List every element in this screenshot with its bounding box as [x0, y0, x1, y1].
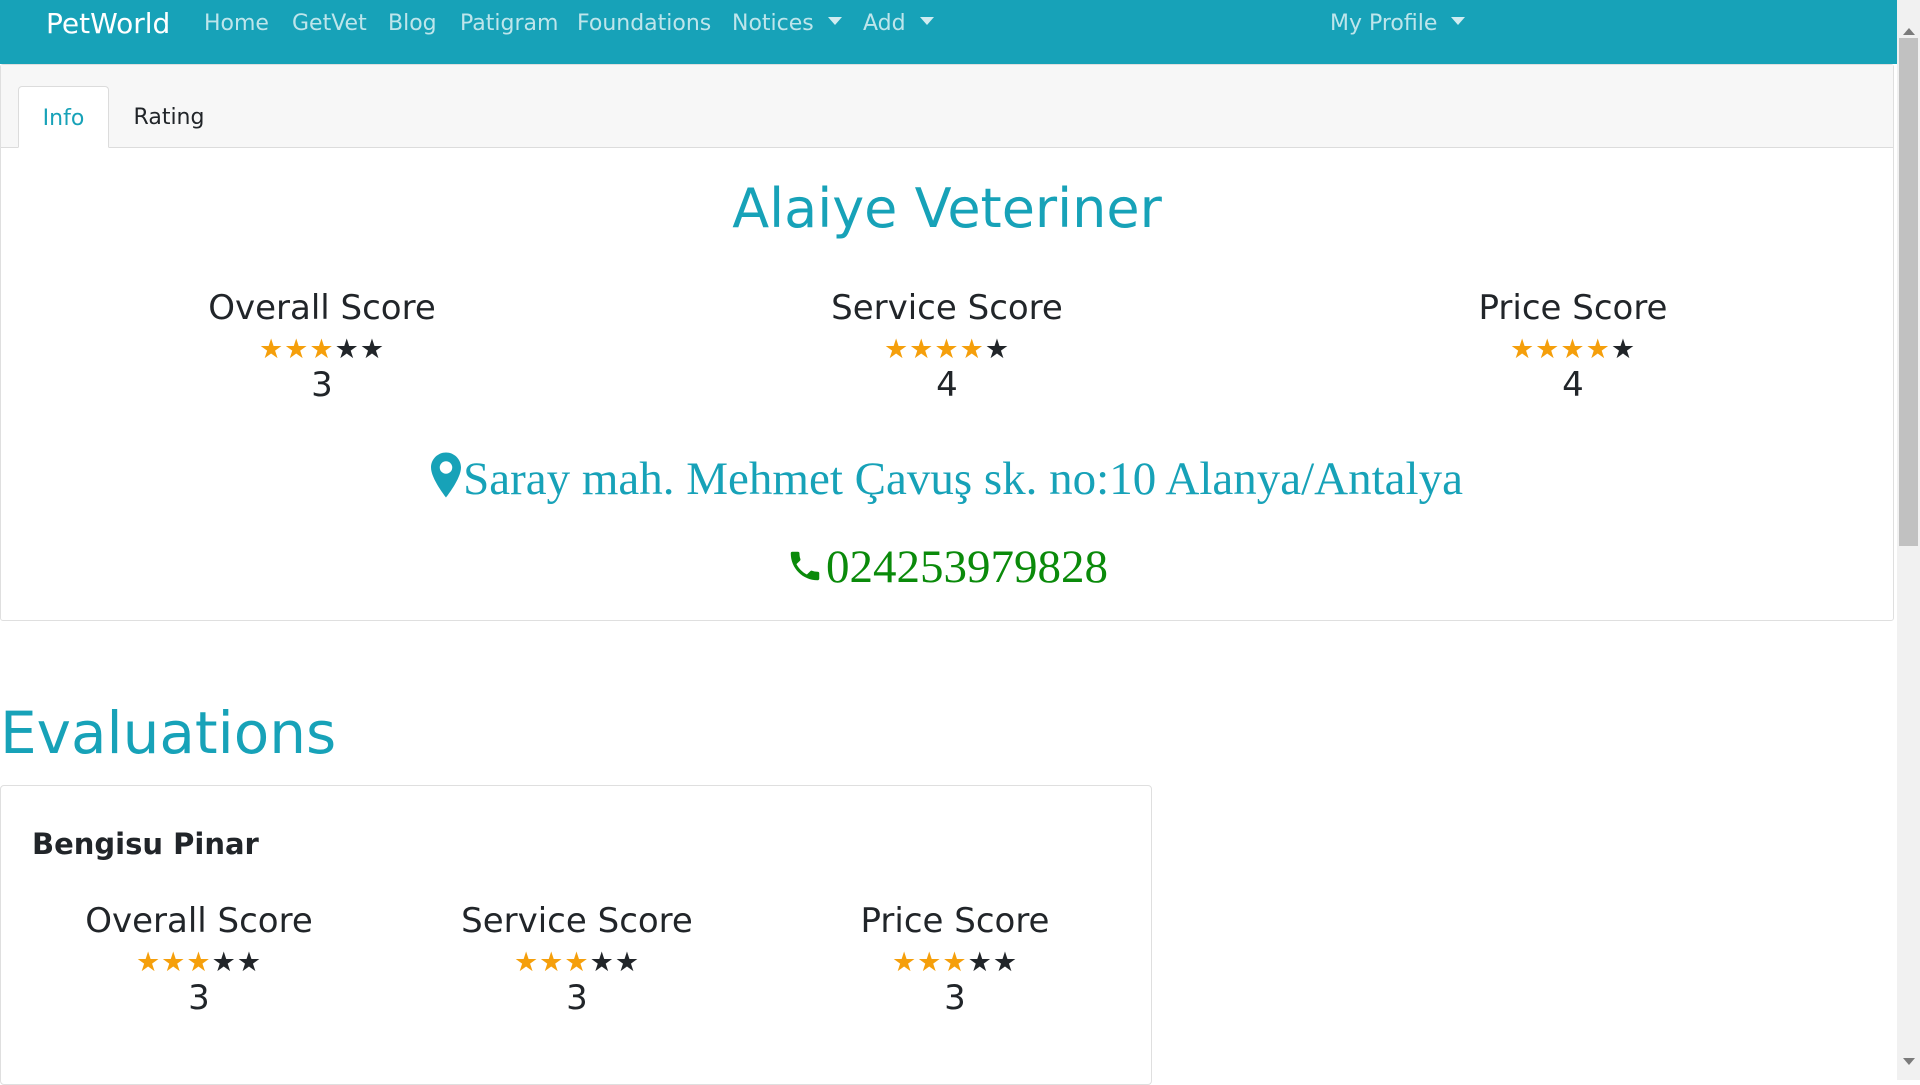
star-filled-icon: ★	[917, 947, 943, 978]
scroll-up-arrow-icon[interactable]	[1903, 28, 1915, 35]
reviewer-name: Bengisu Pinar	[32, 827, 259, 861]
score-value: 3	[944, 978, 966, 1018]
caret-down-icon	[827, 17, 842, 25]
star-filled-icon: ★	[564, 947, 590, 978]
star-filled-icon: ★	[186, 947, 212, 978]
star-filled-icon: ★	[513, 947, 540, 978]
star-filled-icon: ★	[934, 334, 960, 365]
star-empty-icon: ★	[1610, 334, 1637, 365]
tab-info[interactable]: Info	[18, 86, 109, 148]
score-value: 3	[566, 978, 588, 1018]
vet-name-title: Alaiye Veteriner	[732, 177, 1162, 240]
scroll-down-arrow-icon[interactable]	[1903, 1058, 1915, 1065]
star-empty-icon: ★	[589, 947, 615, 978]
nav-profile-label: My Profile	[1330, 11, 1438, 36]
star-filled-icon: ★	[1535, 334, 1561, 365]
tab-header	[1, 65, 1893, 148]
star-empty-icon: ★	[992, 947, 1019, 978]
map-marker-icon	[431, 452, 462, 498]
nav-profile-dropdown[interactable]: My Profile	[1330, 9, 1466, 39]
star-filled-icon: ★	[309, 334, 335, 365]
nav-home[interactable]: Home	[204, 9, 269, 39]
eval-overall-score: Overall Score ★★★★★ 3	[49, 901, 349, 1018]
star-filled-icon: ★	[883, 334, 910, 365]
star-empty-icon: ★	[614, 947, 641, 978]
star-rating: ★★★★★	[805, 948, 1105, 978]
caret-down-icon	[919, 17, 934, 25]
star-empty-icon: ★	[984, 334, 1011, 365]
star-filled-icon: ★	[1509, 334, 1536, 365]
score-value: 3	[188, 978, 210, 1018]
star-filled-icon: ★	[1560, 334, 1586, 365]
brand-logo[interactable]: PetWorld	[46, 6, 170, 42]
score-title: Service Score	[461, 901, 693, 941]
score-title: Service Score	[831, 288, 1063, 328]
phone-icon	[790, 551, 820, 581]
star-rating: ★★★★★	[427, 948, 727, 978]
star-filled-icon: ★	[891, 947, 918, 978]
nav-notices-dropdown[interactable]: Notices	[732, 9, 842, 39]
star-empty-icon: ★	[359, 334, 386, 365]
star-empty-icon: ★	[967, 947, 993, 978]
star-filled-icon: ★	[539, 947, 565, 978]
star-filled-icon: ★	[284, 334, 310, 365]
evaluation-card: Bengisu Pinar Overall Score ★★★★★ 3 Serv…	[0, 785, 1152, 1085]
score-value: 4	[936, 365, 958, 405]
star-filled-icon: ★	[258, 334, 285, 365]
nav-blog[interactable]: Blog	[388, 9, 437, 39]
star-rating: ★★★★★	[1423, 335, 1723, 365]
nav-patigram[interactable]: Patigram	[460, 9, 558, 39]
score-title: Overall Score	[208, 288, 436, 328]
address-text: Saray mah. Mehmet Çavuş sk. no:10 Alanya…	[463, 453, 1463, 505]
star-filled-icon: ★	[1585, 334, 1611, 365]
nav-add-dropdown[interactable]: Add	[863, 9, 934, 39]
caret-down-icon	[1451, 17, 1466, 25]
tab-rating[interactable]: Rating	[133, 86, 205, 148]
star-filled-icon: ★	[942, 947, 968, 978]
star-filled-icon: ★	[909, 334, 935, 365]
score-value: 3	[311, 365, 333, 405]
vet-overall-score: Overall Score ★★★★★ 3	[172, 288, 472, 405]
score-title: Overall Score	[85, 901, 313, 941]
nav-notices-label: Notices	[732, 11, 814, 36]
star-empty-icon: ★	[236, 947, 263, 978]
star-filled-icon: ★	[135, 947, 162, 978]
star-rating: ★★★★★	[172, 335, 472, 365]
eval-service-score: Service Score ★★★★★ 3	[427, 901, 727, 1018]
score-title: Price Score	[860, 901, 1050, 941]
star-filled-icon: ★	[161, 947, 187, 978]
vet-service-score: Service Score ★★★★★ 4	[797, 288, 1097, 405]
vet-price-score: Price Score ★★★★★ 4	[1423, 288, 1723, 405]
vet-address: Saray mah. Mehmet Çavuş sk. no:10 Alanya…	[0, 452, 1894, 506]
evaluations-heading: Evaluations	[0, 699, 337, 767]
eval-price-score: Price Score ★★★★★ 3	[805, 901, 1105, 1018]
vet-phone: 024253979828	[0, 540, 1894, 594]
score-title: Price Score	[1478, 288, 1668, 328]
nav-getvet[interactable]: GetVet	[292, 9, 367, 39]
star-empty-icon: ★	[211, 947, 237, 978]
star-empty-icon: ★	[334, 334, 360, 365]
navbar: PetWorld Home GetVet Blog Patigram Found…	[0, 0, 1897, 64]
star-filled-icon: ★	[959, 334, 985, 365]
score-value: 4	[1562, 365, 1584, 405]
star-rating: ★★★★★	[797, 335, 1097, 365]
nav-foundations[interactable]: Foundations	[577, 9, 711, 39]
nav-add-label: Add	[863, 11, 906, 36]
scrollbar-thumb[interactable]	[1899, 38, 1918, 546]
star-rating: ★★★★★	[49, 948, 349, 978]
phone-number[interactable]: 024253979828	[826, 541, 1108, 593]
